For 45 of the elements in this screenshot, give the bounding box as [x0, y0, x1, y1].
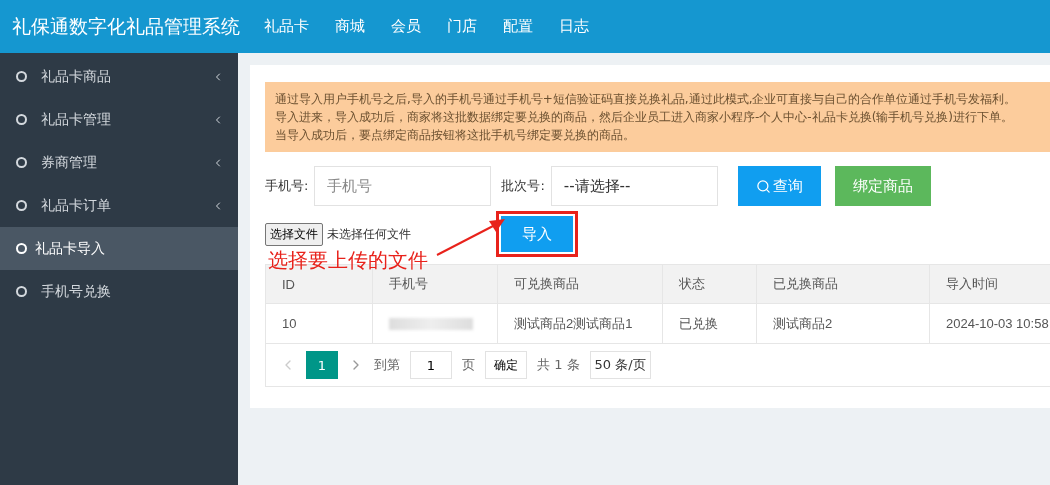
sidebar-label: 礼品卡管理 [41, 110, 112, 129]
sidebar-label: 手机号兑换 [41, 282, 112, 301]
sidebar-label: 礼品卡导入 [35, 239, 106, 258]
column-header: 可兑换商品 [498, 265, 663, 303]
column-header: 状态 [663, 265, 757, 303]
phone-input[interactable]: 手机号 [314, 166, 492, 206]
confirm-button[interactable]: 确定 [485, 351, 527, 379]
notice-text: 当导入成功后，要点绑定商品按钮将这批手机号绑定要兑换的商品。 [275, 127, 636, 144]
choose-file-button[interactable]: 选择文件 [265, 222, 323, 246]
table-cell: 2024-10-03 10:58 [930, 304, 1050, 343]
sidebar-item[interactable]: 礼品卡商品 [0, 55, 238, 98]
file-status: 未选择任何文件 [327, 225, 411, 243]
table-cell: 测试商品2 [757, 304, 930, 343]
table-cell: 10 [266, 304, 373, 343]
sidebar-item[interactable]: 手机号兑换 [0, 270, 238, 313]
column-header: 已兑换商品 [757, 265, 930, 303]
field-label: 批次号: [501, 177, 545, 195]
sidebar-label: 礼品卡订单 [41, 196, 112, 215]
circle-icon [16, 243, 27, 254]
field-label: 手机号: [265, 177, 309, 195]
search-icon [755, 178, 771, 194]
notice-text: 导入进来，导入成功后，商家将这批数据绑定要兑换的商品，然后企业员工进入商家小程序-个人中心-礼品卡兑换(输手机号兑换)进行下单。 [275, 109, 1015, 126]
sidebar-label: 券商管理 [41, 153, 98, 172]
batch-select[interactable]: --请选择-- [550, 166, 718, 206]
sidebar-label: 礼品卡商品 [41, 67, 112, 86]
notice-text: 通过导入用户手机号之后,导入的手机号通过手机号+短信验证码直接兑换礼品,通过此模式,企业可直接与自己的合作单位通过手机号发福利。 [275, 91, 1018, 108]
page-unit: 页 [462, 356, 475, 374]
sidebar-item[interactable]: 礼品卡导入 [0, 227, 238, 270]
total-count: 共 1 条 [537, 356, 580, 374]
circle-icon [16, 71, 27, 82]
sidebar-item[interactable]: 券商管理 [0, 141, 238, 184]
table-cell: 已兑换 [663, 304, 757, 343]
sidebar-item[interactable]: 礼品卡管理 [0, 98, 238, 141]
table-cell: 测试商品2测试商品1 [498, 304, 663, 343]
circle-icon [16, 286, 27, 297]
page-number[interactable]: 1 [306, 351, 338, 379]
page-size-select[interactable]: 50 条/页 [589, 351, 651, 379]
circle-icon [16, 200, 27, 211]
column-header: 导入时间 [930, 265, 1050, 303]
circle-icon [16, 157, 27, 168]
app-title: 礼保通数字化礼品管理系统 [11, 13, 238, 39]
sidebar-item[interactable]: 礼品卡订单 [0, 184, 238, 227]
circle-icon [16, 114, 27, 125]
page-input[interactable]: 1 [410, 351, 452, 379]
goto-label: 到第 [374, 356, 400, 374]
